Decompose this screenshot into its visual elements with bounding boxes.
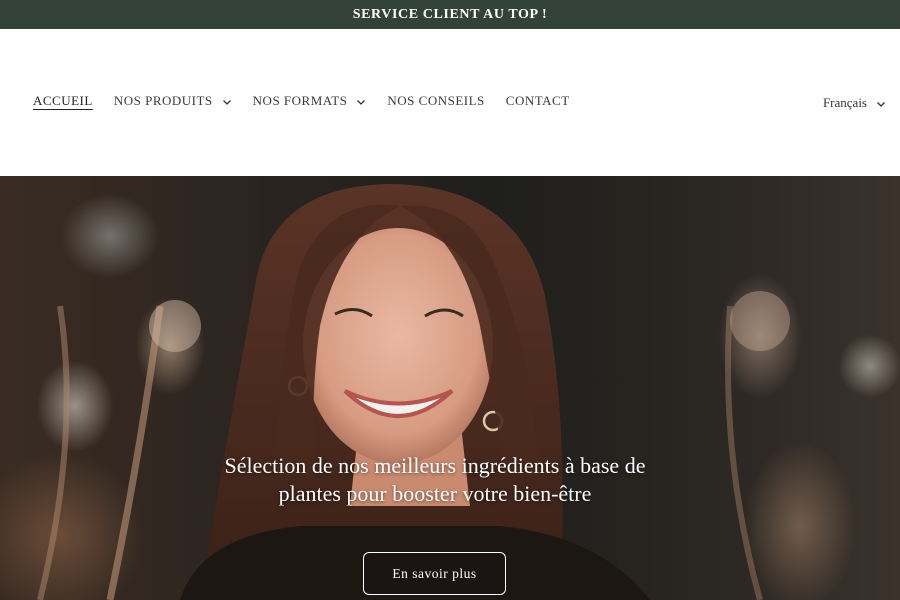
language-label: Français — [822, 95, 867, 110]
hero-title: Sélection de nos meilleurs ingrédients à… — [224, 453, 646, 506]
nav-item-nos-formats[interactable]: NOS FORMATS — [253, 93, 367, 109]
chevron-down-icon — [877, 102, 885, 107]
hero-banner: Sélection de nos meilleurs ingrédients à… — [0, 176, 900, 600]
nav-item-nos-conseils[interactable]: NOS CONSEILS — [387, 93, 484, 109]
language-selector[interactable]: Français — [823, 95, 886, 111]
nav-item-label: ACCUEIL — [33, 93, 93, 108]
nav-item-nos-produits[interactable]: NOS PRODUITS — [114, 93, 232, 109]
hero-image — [37, 184, 790, 600]
site-header: ACCUEIL NOS PRODUITS NOS FORMATS NOS CON… — [0, 29, 900, 176]
nav-item-accueil[interactable]: ACCUEIL — [33, 93, 93, 109]
announcement-bar: SERVICE CLIENT AU TOP ! — [0, 0, 900, 29]
nav-item-contact[interactable]: CONTACT — [506, 93, 570, 109]
nav-item-label: NOS PRODUITS — [113, 93, 213, 108]
chevron-down-icon — [222, 100, 231, 105]
announcement-text: SERVICE CLIENT AU TOP ! — [352, 6, 548, 22]
learn-more-button[interactable]: En savoir plus — [363, 552, 506, 595]
nav-item-label: NOS CONSEILS — [387, 93, 485, 108]
nav-item-label: CONTACT — [505, 93, 570, 108]
nav-item-label: NOS FORMATS — [252, 93, 348, 108]
chevron-down-icon — [357, 100, 366, 105]
main-nav: ACCUEIL NOS PRODUITS NOS FORMATS NOS CON… — [33, 93, 591, 109]
